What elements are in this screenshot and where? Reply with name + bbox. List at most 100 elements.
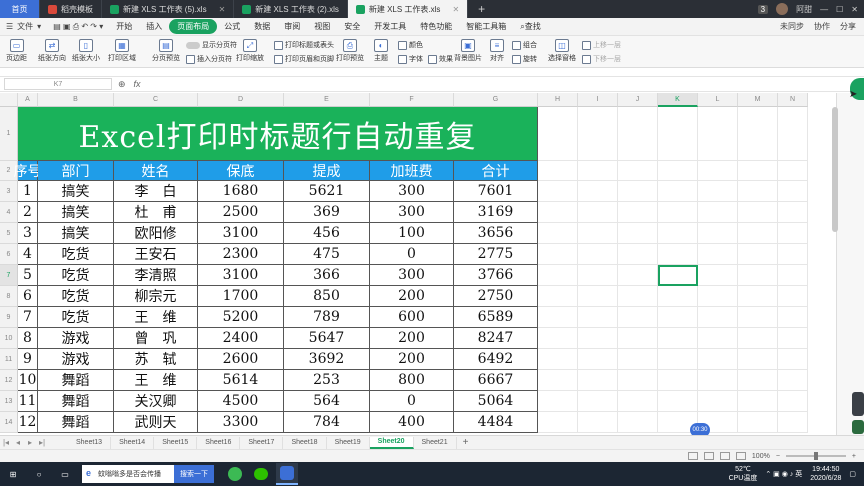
menu-page-layout[interactable]: 页面布局 [169, 19, 218, 34]
header-cell[interactable]: 部门 [38, 161, 114, 181]
colors-button[interactable]: 颜色 [398, 40, 423, 50]
table-cell[interactable]: 吃货 [38, 265, 114, 286]
close-icon[interactable]: ✕ [219, 5, 226, 14]
empty-cell[interactable] [698, 328, 738, 349]
empty-cell[interactable] [618, 328, 658, 349]
search-go-button[interactable]: 搜索一下 [174, 465, 214, 483]
row-header-7[interactable]: 7 [0, 265, 18, 286]
file-menu[interactable]: ☰ 文件 ▾ [0, 21, 47, 32]
app-360-icon[interactable] [224, 463, 246, 485]
selection-pane-button[interactable]: ◫ 选择窗格 [548, 39, 576, 63]
cortana-icon[interactable]: ○ [26, 462, 52, 486]
sheet-tab-sheet14[interactable]: Sheet14 [111, 436, 155, 449]
empty-cell[interactable] [698, 202, 738, 223]
empty-cell[interactable] [658, 202, 698, 223]
table-cell[interactable]: 3 [18, 223, 38, 244]
empty-cell[interactable] [538, 265, 578, 286]
sheet-tab-sheet15[interactable]: Sheet15 [154, 436, 198, 449]
table-cell[interactable]: 王安石 [114, 244, 198, 265]
align-button[interactable]: ≡ 对齐 [490, 39, 504, 63]
empty-cell[interactable] [578, 307, 618, 328]
menu-review[interactable]: 审阅 [277, 21, 307, 32]
table-cell[interactable]: 舞蹈 [38, 412, 114, 433]
close-icon[interactable]: ✕ [452, 5, 459, 14]
selected-cell[interactable] [658, 265, 698, 286]
row-header-9[interactable]: 9 [0, 307, 18, 328]
empty-cell[interactable] [618, 370, 658, 391]
empty-cell[interactable] [698, 244, 738, 265]
table-cell[interactable]: 2600 [198, 349, 284, 370]
tab-docer[interactable]: 稻壳模板 [40, 0, 102, 18]
empty-cell[interactable] [738, 286, 778, 307]
table-cell[interactable]: 武则天 [114, 412, 198, 433]
empty-cell[interactable] [698, 181, 738, 202]
empty-cell[interactable] [738, 391, 778, 412]
table-cell[interactable]: 3766 [454, 265, 538, 286]
table-cell[interactable]: 吃货 [38, 244, 114, 265]
empty-cell[interactable] [618, 161, 658, 181]
menu-data[interactable]: 数据 [247, 21, 277, 32]
table-cell[interactable]: 253 [284, 370, 370, 391]
table-cell[interactable]: 850 [284, 286, 370, 307]
table-cell[interactable]: 吃货 [38, 307, 114, 328]
empty-cell[interactable] [698, 265, 738, 286]
empty-cell[interactable] [578, 161, 618, 181]
empty-cell[interactable] [538, 391, 578, 412]
empty-cell[interactable] [538, 349, 578, 370]
table-cell[interactable]: 搞笑 [38, 202, 114, 223]
table-cell[interactable]: 1 [18, 181, 38, 202]
zoom-level[interactable]: 100% [752, 453, 770, 460]
table-cell[interactable]: 2300 [198, 244, 284, 265]
column-header-i[interactable]: I [578, 93, 618, 107]
table-cell[interactable]: 4 [18, 244, 38, 265]
column-header-l[interactable]: L [698, 93, 738, 107]
empty-cell[interactable] [618, 244, 658, 265]
last-sheet-icon[interactable]: ▸| [36, 438, 48, 447]
empty-cell[interactable] [538, 223, 578, 244]
empty-cell[interactable] [618, 202, 658, 223]
table-cell[interactable]: 300 [370, 265, 454, 286]
task-view-icon[interactable]: ▭ [52, 462, 78, 486]
menu-features[interactable]: 特色功能 [413, 21, 459, 32]
notification-icon[interactable]: ▢ [849, 470, 856, 478]
table-cell[interactable]: 3100 [198, 223, 284, 244]
row-header-5[interactable]: 5 [0, 223, 18, 244]
table-cell[interactable]: 1680 [198, 181, 284, 202]
sheet-tab-sheet20[interactable]: Sheet20 [369, 436, 414, 449]
send-backward-button[interactable]: 下移一层 [582, 54, 621, 64]
table-cell[interactable]: 游戏 [38, 349, 114, 370]
table-cell[interactable]: 5621 [284, 181, 370, 202]
table-cell[interactable]: 王 维 [114, 307, 198, 328]
table-cell[interactable]: 舞蹈 [38, 370, 114, 391]
table-cell[interactable]: 游戏 [38, 328, 114, 349]
empty-cell[interactable] [738, 181, 778, 202]
empty-cell[interactable] [658, 307, 698, 328]
column-header-d[interactable]: D [198, 93, 284, 107]
pagebreak-view-icon[interactable] [719, 452, 730, 460]
table-cell[interactable]: 3656 [454, 223, 538, 244]
empty-cell[interactable] [618, 265, 658, 286]
empty-cell[interactable] [578, 244, 618, 265]
row-header-1[interactable]: 1 [0, 107, 18, 161]
user-name[interactable]: 阿甜 [796, 4, 812, 15]
empty-cell[interactable] [778, 161, 808, 181]
empty-cell[interactable] [698, 107, 738, 161]
empty-cell[interactable] [658, 349, 698, 370]
empty-cell[interactable] [658, 370, 698, 391]
close-window-icon[interactable]: ✕ [851, 5, 858, 14]
column-header-a[interactable]: A [18, 93, 38, 107]
empty-cell[interactable] [738, 265, 778, 286]
table-cell[interactable]: 欧阳修 [114, 223, 198, 244]
paper-size-button[interactable]: ▯ 纸张大小 [72, 39, 100, 63]
table-cell[interactable]: 吃货 [38, 286, 114, 307]
zoom-in-icon[interactable]: + [852, 453, 856, 460]
row-header-6[interactable]: 6 [0, 244, 18, 265]
column-header-n[interactable]: N [778, 93, 808, 107]
column-header-e[interactable]: E [284, 93, 370, 107]
table-cell[interactable]: 400 [370, 412, 454, 433]
empty-cell[interactable] [538, 412, 578, 433]
table-cell[interactable]: 11 [18, 391, 38, 412]
table-cell[interactable]: 搞笑 [38, 223, 114, 244]
column-header-m[interactable]: M [738, 93, 778, 107]
empty-cell[interactable] [658, 286, 698, 307]
